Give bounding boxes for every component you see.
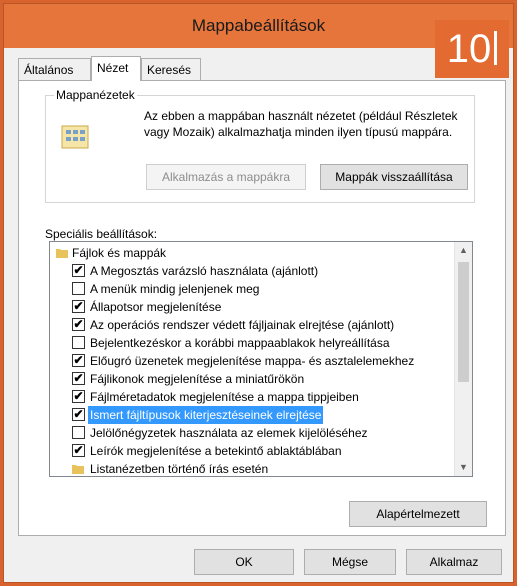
folder-icon bbox=[72, 465, 84, 474]
list-item-label: Fájlikonok megjelenítése a miniatűrökön bbox=[90, 372, 305, 386]
list-item-label: Listanézetben történő írás esetén bbox=[90, 462, 269, 476]
list-item-label: Az operációs rendszer védett fájljainak … bbox=[90, 318, 395, 332]
checkbox[interactable]: ✔ bbox=[72, 264, 85, 277]
restore-defaults-button[interactable]: Alapértelmezett bbox=[349, 501, 487, 527]
apply-button[interactable]: Alkalmaz bbox=[406, 549, 502, 575]
list-item-label: Fájlméretadatok megjelenítése a mappa ti… bbox=[90, 390, 359, 404]
list-item-label: Bejelentkezéskor a korábbi mappaablakok … bbox=[90, 336, 390, 350]
badge-cursor-bar bbox=[494, 31, 498, 66]
list-item-label: A menük mindig jelenjenek meg bbox=[90, 282, 260, 296]
folder-options-dialog: Mappabeállítások Általános Nézet Keresés… bbox=[3, 3, 514, 583]
list-item-label: A Megosztás varázsló használata (ajánlot… bbox=[90, 264, 319, 278]
folder-views-description: Az ebben a mappában használt nézetet (pé… bbox=[144, 109, 458, 139]
folder-view-icon bbox=[61, 125, 89, 149]
list-item-label: Leírók megjelenítése a betekintő ablaktá… bbox=[90, 444, 342, 458]
folder-icon bbox=[56, 249, 68, 258]
vertical-scrollbar[interactable]: ▲ ▼ bbox=[454, 242, 472, 476]
list-item-label: Jelölőnégyzetek használata az elemek kij… bbox=[90, 426, 368, 440]
checkbox[interactable]: ✔ bbox=[72, 372, 85, 385]
folder-views-group: Mappanézetek Az ebben a mappában használ… bbox=[45, 88, 475, 203]
checkbox[interactable]: ✔ bbox=[72, 390, 85, 403]
advanced-settings-list[interactable]: Fájlok és mappák ✔ A Megosztás varázsló … bbox=[49, 241, 473, 477]
apply-to-folders-button[interactable]: Alkalmazás a mappákra bbox=[146, 164, 306, 190]
number-badge: 10 bbox=[435, 20, 509, 78]
checkbox[interactable]: ✔ bbox=[72, 300, 85, 313]
scroll-up-icon[interactable]: ▲ bbox=[455, 242, 472, 259]
list-item-label: Fájlok és mappák bbox=[72, 246, 167, 260]
checkbox[interactable]: ✔ bbox=[72, 318, 85, 331]
cancel-button[interactable]: Mégse bbox=[304, 549, 396, 575]
scroll-thumb[interactable] bbox=[458, 262, 469, 382]
scroll-down-icon[interactable]: ▼ bbox=[455, 459, 472, 476]
list-item-label: Előugró üzenetek megjelenítése mappa- és… bbox=[90, 354, 415, 368]
list-item-label: Állapotsor megjelenítése bbox=[90, 300, 222, 314]
tab-view[interactable]: Nézet bbox=[91, 56, 141, 81]
reset-folders-button[interactable]: Mappák visszaállítása bbox=[320, 164, 468, 190]
tab-search[interactable]: Keresés bbox=[141, 58, 201, 80]
badge-number: 10 bbox=[446, 27, 492, 71]
view-tab-panel: Mappanézetek Az ebben a mappában használ… bbox=[18, 80, 506, 536]
folder-views-label: Mappanézetek bbox=[54, 88, 137, 102]
checkbox[interactable]: ✔ bbox=[72, 408, 85, 421]
ok-button[interactable]: OK bbox=[194, 549, 294, 575]
list-item-label: Ismert fájltípusok kiterjesztéseinek elr… bbox=[88, 406, 324, 424]
checkbox[interactable] bbox=[72, 336, 85, 349]
checkbox[interactable]: ✔ bbox=[72, 354, 85, 367]
checkbox[interactable] bbox=[72, 426, 85, 439]
tab-general[interactable]: Általános bbox=[18, 58, 91, 80]
checkbox[interactable] bbox=[72, 282, 85, 295]
checkbox[interactable]: ✔ bbox=[72, 444, 85, 457]
advanced-settings-label: Speciális beállítások: bbox=[45, 227, 158, 241]
